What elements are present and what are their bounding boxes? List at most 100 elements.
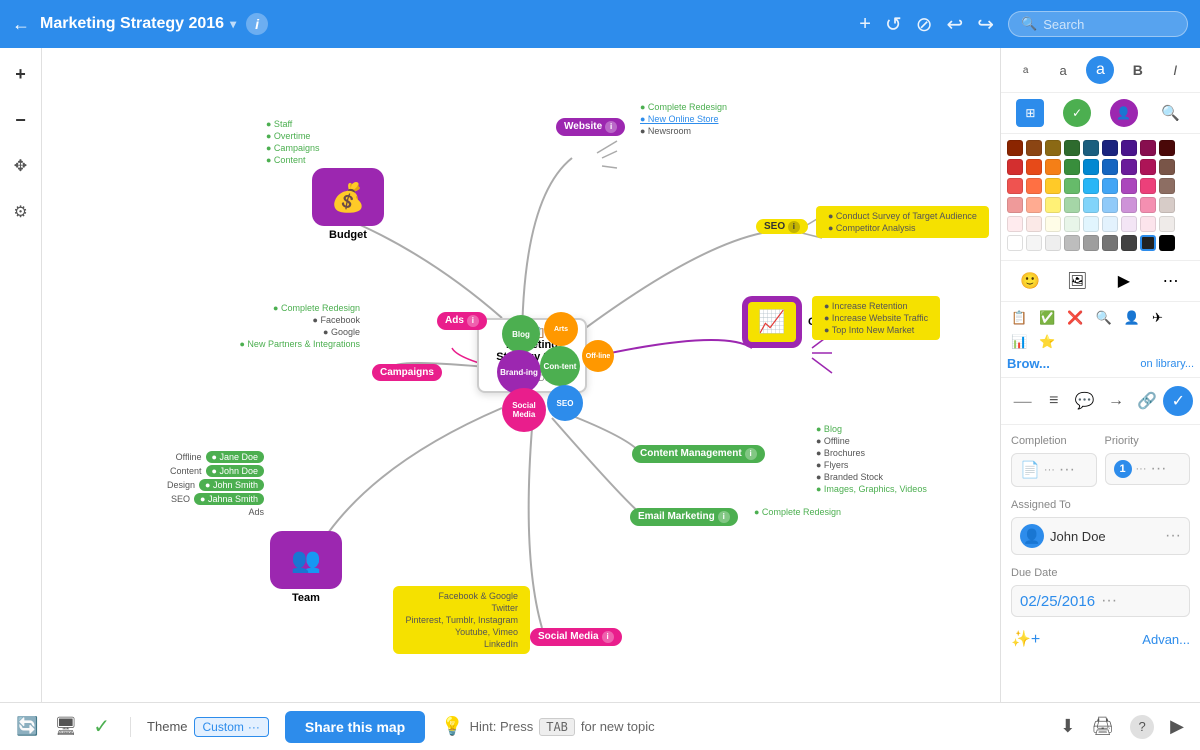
color-swatch[interactable] [1083,235,1099,251]
campaigns-label[interactable]: Campaigns [372,364,442,381]
color-swatch[interactable] [1159,197,1175,213]
download-icon[interactable]: ⬇ [1060,716,1075,737]
text-large-btn[interactable]: a [1086,56,1114,84]
undo-icon[interactable]: ↩ [946,12,963,37]
arrow-icon[interactable]: → [1101,386,1131,416]
team-node[interactable]: 👥 Team Offline ● Jane Doe Content ● John… [270,531,342,604]
emoji-icon[interactable]: 🙂 [1016,267,1044,295]
color-swatch[interactable] [1083,197,1099,213]
goals-node[interactable]: 📈 Goals ● Increase Retention ● Increase … [742,296,839,348]
back-button[interactable]: ← [12,14,30,35]
color-swatch[interactable] [1159,140,1175,156]
color-swatch[interactable] [1007,159,1023,175]
help-icon[interactable]: ? [1130,715,1154,739]
color-swatch[interactable] [1083,159,1099,175]
block-icon[interactable]: ⊘ [916,12,933,37]
color-swatch-selected[interactable] [1140,235,1156,251]
color-swatch[interactable] [1064,140,1080,156]
browse-item[interactable]: 👤 [1120,308,1144,328]
color-swatch[interactable] [1159,235,1175,251]
color-swatch[interactable] [1102,159,1118,175]
search-input[interactable] [1043,17,1183,32]
color-swatch[interactable] [1007,178,1023,194]
color-swatch[interactable] [1121,235,1137,251]
menu-icon[interactable]: ≡ [1039,386,1069,416]
seo-node[interactable]: SEO i ● Conduct Survey of Target Audienc… [756,216,808,234]
color-swatch[interactable] [1140,197,1156,213]
text-small-btn[interactable]: a [1012,56,1040,84]
color-swatch[interactable] [1121,159,1137,175]
print-icon[interactable]: 🖨 [1091,716,1114,737]
color-swatch[interactable] [1121,197,1137,213]
social-media-label[interactable]: Social Media i [530,628,622,646]
magic-wand-icon[interactable]: ✨+ [1011,629,1040,649]
color-swatch[interactable] [1140,159,1156,175]
color-swatch[interactable] [1026,216,1042,232]
redo-icon[interactable]: ↺ [885,12,902,37]
browse-item[interactable]: ✅ [1035,308,1059,328]
zoom-out-button[interactable]: − [5,104,37,136]
color-swatch[interactable] [1121,216,1137,232]
social-media-node[interactable]: Social Media i Facebook & Google Twitter… [530,626,622,646]
search-style-icon[interactable]: 🔍 [1157,99,1185,127]
color-swatch[interactable] [1045,140,1061,156]
browse-item[interactable]: ❌ [1063,308,1087,328]
title-chevron-icon[interactable]: ▾ [230,17,236,31]
color-swatch[interactable] [1083,178,1099,194]
color-swatch[interactable] [1159,159,1175,175]
website-label[interactable]: Website i [556,118,625,136]
color-swatch[interactable] [1064,197,1080,213]
custom-theme-button[interactable]: Custom ··· [194,717,269,737]
desktop-icon[interactable]: 🖥 [54,716,77,737]
color-swatch[interactable] [1007,216,1023,232]
content-management-node[interactable]: Content Management i ● Blog ● Offline ● … [632,443,765,463]
ads-label[interactable]: Ads i [437,312,487,330]
color-swatch[interactable] [1045,197,1061,213]
italic-btn[interactable]: I [1161,56,1189,84]
browse-item[interactable]: ✈ [1148,308,1167,328]
priority-dots[interactable]: ··· [1136,463,1147,475]
comment-icon[interactable]: 💬 [1070,386,1100,416]
browse-item[interactable]: ⭐ [1035,332,1059,352]
share-map-button[interactable]: Share this map [285,711,425,743]
seo-label[interactable]: SEO i [756,219,808,234]
budget-node[interactable]: 💰 Budget ● Staff ● Overtime ● Campaigns … [312,168,384,241]
browse-item[interactable]: 📋 [1007,308,1031,328]
color-swatch[interactable] [1007,140,1023,156]
color-swatch[interactable] [1102,197,1118,213]
check-style-icon[interactable]: ✓ [1063,99,1091,127]
color-swatch[interactable] [1064,216,1080,232]
color-swatch[interactable] [1045,216,1061,232]
color-swatch[interactable] [1159,216,1175,232]
color-swatch[interactable] [1083,216,1099,232]
advanced-link[interactable]: Advan... [1142,632,1190,647]
redo2-icon[interactable]: ↪ [977,12,994,37]
email-marketing-label[interactable]: Email Marketing i [630,508,738,526]
confirm-icon[interactable]: ✓ [1163,386,1193,416]
color-swatch[interactable] [1064,159,1080,175]
color-swatch[interactable] [1102,140,1118,156]
bold-btn[interactable]: B [1124,56,1152,84]
main-canvas[interactable]: 🔒 📋 Marketing Strategy 2016 © 02/25/2016… [42,48,1000,702]
color-swatch[interactable] [1026,235,1042,251]
sidebar-toggle-icon[interactable]: ▶ [1170,716,1184,737]
color-swatch[interactable] [1121,178,1137,194]
color-swatch[interactable] [1007,197,1023,213]
assignee-dots[interactable]: ··· [1165,527,1181,545]
color-swatch[interactable] [1026,178,1042,194]
person-style-icon[interactable]: 👤 [1110,99,1138,127]
cursor-tool-icon[interactable]: ✥ [5,150,37,182]
link-icon[interactable]: 🔗 [1132,386,1162,416]
color-swatch[interactable] [1045,235,1061,251]
completion-more[interactable]: ··· [1059,461,1075,479]
browse-label[interactable]: Brow... [1007,356,1050,371]
sync-icon[interactable]: 🔄 [16,716,38,737]
color-swatch[interactable] [1026,197,1042,213]
due-date-dots[interactable]: ··· [1101,592,1117,610]
website-node[interactable]: Website i ● Complete Redesign ● New Onli… [556,116,625,136]
browse-library-link[interactable]: on library... [1140,358,1194,370]
more-icon[interactable]: ⋯ [1157,267,1185,295]
browse-item[interactable]: 🔍 [1092,308,1116,328]
priority-more[interactable]: ··· [1151,460,1167,478]
color-swatch[interactable] [1045,159,1061,175]
